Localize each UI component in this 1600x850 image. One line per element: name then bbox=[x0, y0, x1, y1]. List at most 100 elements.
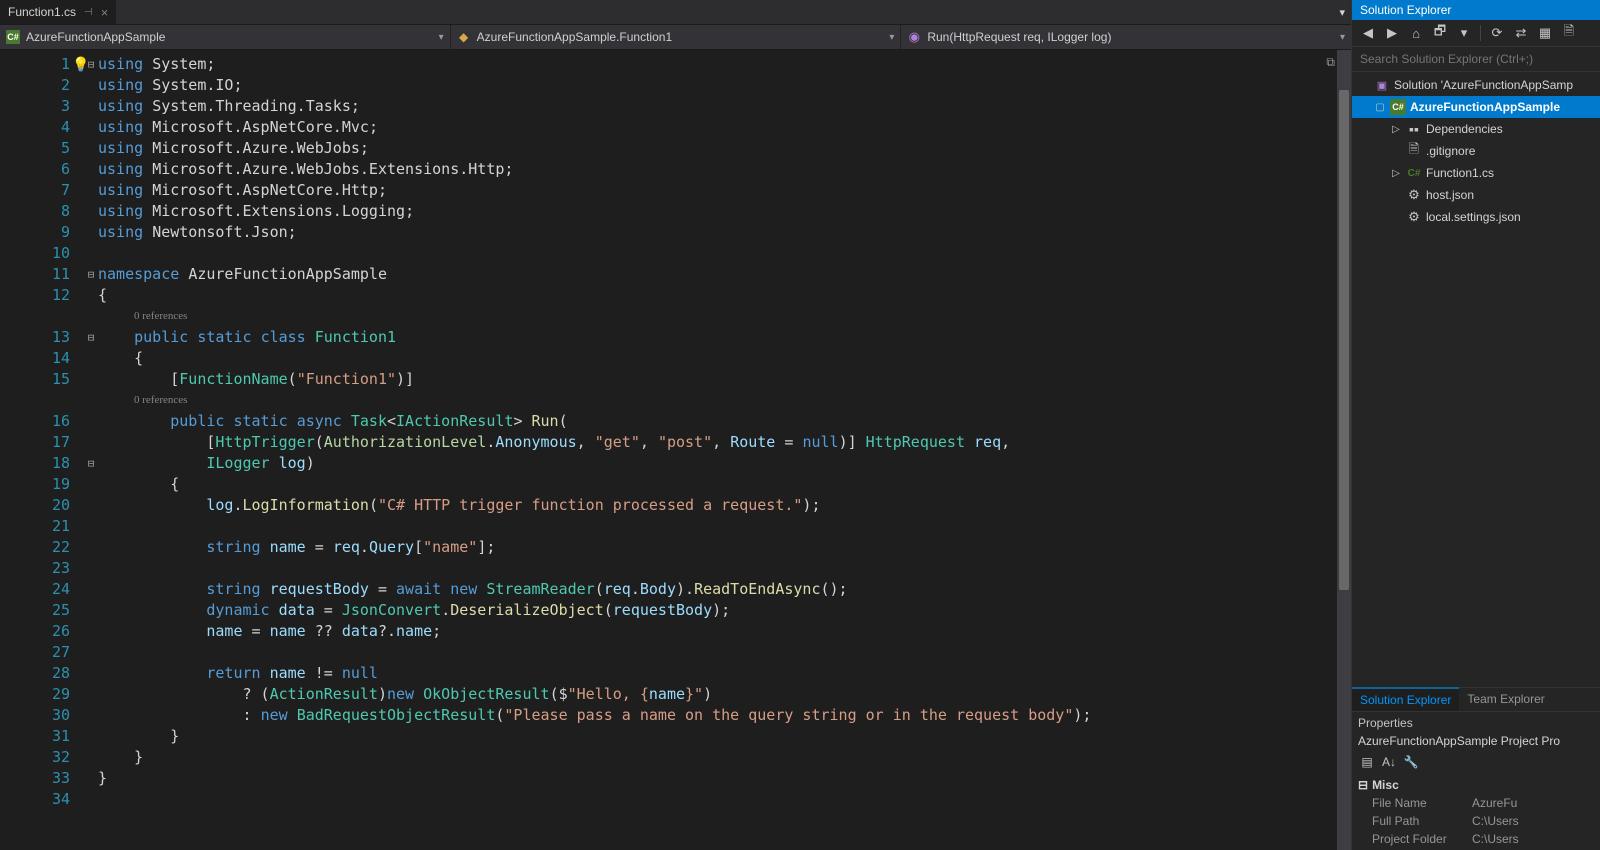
line-number-gutter: 1234567891011121314151617181920212223242… bbox=[0, 50, 84, 850]
nav-project-dropdown[interactable]: C# AzureFunctionAppSample ▾ bbox=[0, 25, 451, 49]
fold-toggle[interactable]: ⊟ bbox=[84, 453, 98, 474]
properties-subtitle: AzureFunctionAppSample Project Pro bbox=[1358, 734, 1594, 748]
code-line[interactable]: dynamic data = JsonConvert.DeserializeOb… bbox=[98, 600, 1351, 621]
codelens-references[interactable]: 0 references bbox=[98, 390, 1351, 411]
collapse-icon[interactable]: ⇄ bbox=[1511, 23, 1531, 43]
code-line[interactable]: using System.IO; bbox=[98, 75, 1351, 96]
tree-node[interactable]: 🗎.gitignore bbox=[1352, 140, 1600, 162]
code-line[interactable]: { bbox=[98, 474, 1351, 495]
sync-icon[interactable]: 🗗 bbox=[1430, 23, 1450, 43]
properties-icon[interactable]: 🗎 bbox=[1559, 23, 1579, 43]
csproj-icon: C# bbox=[1390, 99, 1406, 115]
split-editor-icon[interactable]: ⧉ bbox=[1326, 52, 1335, 73]
code-content[interactable]: using System;using System.IO;using Syste… bbox=[98, 50, 1351, 850]
categorize-icon[interactable]: ▤ bbox=[1358, 753, 1376, 771]
forward-button[interactable]: ▶ bbox=[1382, 23, 1402, 43]
code-line[interactable]: using System.Threading.Tasks; bbox=[98, 96, 1351, 117]
code-line[interactable]: name = name ?? data?.name; bbox=[98, 621, 1351, 642]
code-line[interactable]: { bbox=[98, 285, 1351, 306]
code-line[interactable]: } bbox=[98, 747, 1351, 768]
solution-explorer-search bbox=[1352, 47, 1600, 72]
tree-node[interactable]: ▷ ▪▪ Dependencies bbox=[1352, 118, 1600, 140]
show-all-icon[interactable]: ▦ bbox=[1535, 23, 1555, 43]
code-line[interactable]: string requestBody = await new StreamRea… bbox=[98, 579, 1351, 600]
close-icon[interactable]: × bbox=[101, 5, 109, 20]
tree-node[interactable]: ⚙local.settings.json bbox=[1352, 206, 1600, 228]
code-line[interactable] bbox=[98, 642, 1351, 663]
codelens-references[interactable]: 0 references bbox=[98, 306, 1351, 327]
tree-label: host.json bbox=[1426, 188, 1474, 202]
code-line[interactable]: [HttpTrigger(AuthorizationLevel.Anonymou… bbox=[98, 432, 1351, 453]
code-line[interactable]: ILogger log) bbox=[98, 453, 1351, 474]
code-line[interactable]: } bbox=[98, 726, 1351, 747]
chevron-down-icon[interactable]: ▾ bbox=[1454, 23, 1474, 43]
code-line[interactable]: using Newtonsoft.Json; bbox=[98, 222, 1351, 243]
property-row[interactable]: Project FolderC:\Users bbox=[1358, 832, 1594, 850]
tree-label: AzureFunctionAppSample bbox=[1410, 100, 1560, 114]
document-tab-row: Function1.cs ⊣ × ▾ bbox=[0, 0, 1351, 25]
code-line[interactable]: using Microsoft.Azure.WebJobs; bbox=[98, 138, 1351, 159]
expand-toggle[interactable]: ▷ bbox=[1390, 124, 1402, 135]
chevron-down-icon: ▾ bbox=[1340, 32, 1345, 43]
tree-label: Solution 'AzureFunctionAppSamp bbox=[1394, 78, 1573, 92]
code-line[interactable] bbox=[98, 243, 1351, 264]
code-line[interactable]: using Microsoft.AspNetCore.Mvc; bbox=[98, 117, 1351, 138]
code-line[interactable]: using Microsoft.AspNetCore.Http; bbox=[98, 180, 1351, 201]
code-line[interactable]: : new BadRequestObjectResult("Please pas… bbox=[98, 705, 1351, 726]
document-tab-function1[interactable]: Function1.cs ⊣ × bbox=[0, 0, 116, 24]
code-line[interactable]: public static class Function1 bbox=[98, 327, 1351, 348]
nav-method-dropdown[interactable]: ◉ Run(HttpRequest req, ILogger log) ▾ bbox=[901, 25, 1351, 49]
code-line[interactable]: using System; bbox=[98, 54, 1351, 75]
property-row[interactable]: Full PathC:\Users bbox=[1358, 814, 1594, 832]
refresh-icon[interactable]: ⟳ bbox=[1487, 23, 1507, 43]
code-line[interactable] bbox=[98, 558, 1351, 579]
code-line[interactable]: string name = req.Query["name"]; bbox=[98, 537, 1351, 558]
fold-toggle[interactable]: ⊟ bbox=[84, 327, 98, 348]
solution-explorer-tree[interactable]: ▣Solution 'AzureFunctionAppSamp ▢ C# AzureF… bbox=[1352, 72, 1600, 687]
fold-toggle[interactable]: ⊟ bbox=[84, 264, 98, 285]
tree-node[interactable]: ⚙host.json bbox=[1352, 184, 1600, 206]
json-icon: ⚙ bbox=[1406, 209, 1422, 225]
tree-node[interactable]: ▣Solution 'AzureFunctionAppSamp bbox=[1352, 74, 1600, 96]
active-files-dropdown[interactable]: ▾ bbox=[1333, 6, 1351, 19]
solution-explorer-title: Solution Explorer bbox=[1352, 0, 1600, 20]
code-editor[interactable]: 1234567891011121314151617181920212223242… bbox=[0, 50, 1351, 850]
code-line[interactable]: using Microsoft.Extensions.Logging; bbox=[98, 201, 1351, 222]
tree-node[interactable]: ▷ C# Function1.cs bbox=[1352, 162, 1600, 184]
vertical-scrollbar[interactable] bbox=[1337, 50, 1351, 850]
tree-node[interactable]: ▢ C# AzureFunctionAppSample bbox=[1352, 96, 1600, 118]
tree-label: Function1.cs bbox=[1426, 166, 1494, 180]
pin-icon[interactable]: ⊣ bbox=[84, 7, 93, 18]
code-line[interactable] bbox=[98, 789, 1351, 810]
tree-label: Dependencies bbox=[1426, 122, 1503, 136]
nav-class-dropdown[interactable]: ◆ AzureFunctionAppSample.Function1 ▾ bbox=[451, 25, 902, 49]
expand-toggle[interactable]: ▢ bbox=[1374, 102, 1386, 113]
property-row[interactable]: File NameAzureFu bbox=[1358, 796, 1594, 814]
alpha-sort-icon[interactable]: A↓ bbox=[1380, 753, 1398, 771]
dep-icon: ▪▪ bbox=[1406, 121, 1422, 137]
lightbulb-icon[interactable]: 💡 bbox=[72, 55, 89, 76]
sidebar-right: Solution Explorer ◀ ▶ ⌂ 🗗 ▾ ⟳ ⇄ ▦ 🗎 ▣Sol… bbox=[1351, 0, 1600, 850]
code-line[interactable]: } bbox=[98, 768, 1351, 789]
tab-solution-explorer[interactable]: Solution Explorer bbox=[1352, 687, 1459, 711]
code-line[interactable]: [FunctionName("Function1")] bbox=[98, 369, 1351, 390]
expand-toggle[interactable]: ▷ bbox=[1390, 168, 1402, 179]
code-line[interactable]: log.LogInformation("C# HTTP trigger func… bbox=[98, 495, 1351, 516]
cs-icon: C# bbox=[1406, 165, 1422, 181]
back-button[interactable]: ◀ bbox=[1358, 23, 1378, 43]
home-icon[interactable]: ⌂ bbox=[1406, 23, 1426, 43]
panel-tab-strip: Solution Explorer Team Explorer bbox=[1352, 687, 1600, 711]
code-line[interactable]: using Microsoft.Azure.WebJobs.Extensions… bbox=[98, 159, 1351, 180]
csharp-project-icon: C# bbox=[6, 30, 20, 44]
code-line[interactable]: ? (ActionResult)new OkObjectResult($"Hel… bbox=[98, 684, 1351, 705]
properties-category[interactable]: ⊟ Misc bbox=[1358, 776, 1594, 794]
code-line[interactable]: namespace AzureFunctionAppSample bbox=[98, 264, 1351, 285]
code-line[interactable]: { bbox=[98, 348, 1351, 369]
code-line[interactable]: public static async Task<IActionResult> … bbox=[98, 411, 1351, 432]
wrench-icon[interactable]: 🔧 bbox=[1402, 753, 1420, 771]
tab-team-explorer[interactable]: Team Explorer bbox=[1459, 688, 1552, 711]
search-input[interactable] bbox=[1352, 47, 1600, 71]
scrollbar-thumb[interactable] bbox=[1339, 90, 1349, 590]
code-line[interactable]: return name != null bbox=[98, 663, 1351, 684]
code-line[interactable] bbox=[98, 516, 1351, 537]
